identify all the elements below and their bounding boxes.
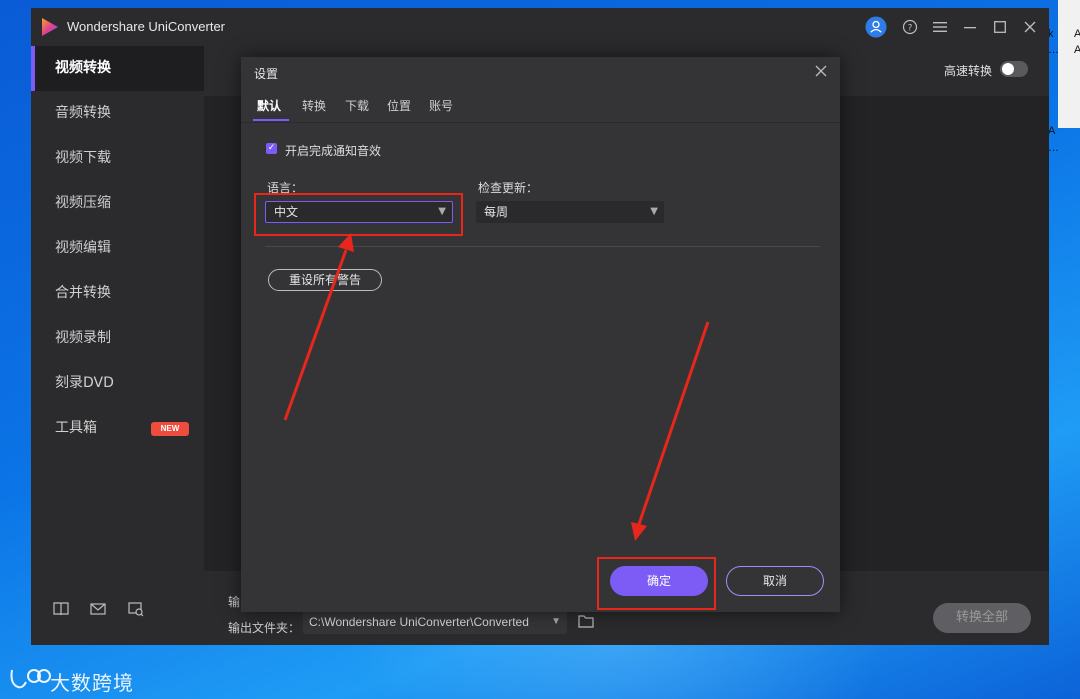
desktop-text: A (1074, 28, 1080, 40)
convert-all-button[interactable]: 转换全部 (933, 603, 1031, 633)
dialog-title: 设置 (254, 67, 279, 81)
sidebar-item-screen-record[interactable]: 视频录制 (31, 316, 204, 361)
minimize-icon[interactable] (959, 16, 981, 38)
title-bar: Wondershare UniConverter ? (31, 8, 1049, 46)
sidebar-item-video-convert[interactable]: 视频转换 (31, 46, 204, 91)
sidebar-item-video-edit[interactable]: 视频编辑 (31, 226, 204, 271)
sidebar-item-burn-dvd[interactable]: 刻录DVD (31, 361, 204, 406)
desktop-text: A (1048, 125, 1056, 137)
new-badge: NEW (151, 422, 189, 436)
turbo-convert-toggle[interactable] (1000, 61, 1028, 77)
update-check-value: 每周 (484, 205, 509, 219)
tab-account[interactable]: 账号 (429, 97, 453, 114)
sidebar-item-video-download[interactable]: 视频下载 (31, 136, 204, 181)
feedback-icon[interactable] (127, 601, 145, 617)
uniconverter-logo-icon (42, 18, 58, 36)
close-icon[interactable] (1019, 16, 1041, 38)
app-title: Wondershare UniConverter (67, 19, 225, 34)
output-format-label-partial: 输 (228, 595, 241, 609)
folder-icon[interactable] (578, 614, 594, 628)
sidebar-item-label: 工具箱 (55, 420, 97, 436)
book-icon[interactable] (52, 601, 70, 617)
tab-convert[interactable]: 转换 (302, 97, 326, 114)
output-folder-path: C:\Wondershare UniConverter\Converted (309, 615, 529, 629)
svg-text:?: ? (908, 24, 913, 34)
settings-dialog: 设置 默认 转换 下载 位置 账号 ✓ 开启完成通知音效 语言： 检查更新： 中… (241, 57, 840, 612)
chevron-down-icon: ▼ (650, 206, 658, 217)
ok-highlight-box (597, 557, 716, 610)
tab-divider (241, 122, 840, 123)
language-highlight-box (254, 193, 463, 236)
desktop-text: … (1048, 44, 1059, 56)
sidebar-item-merge[interactable]: 合并转换 (31, 271, 204, 316)
desktop-window-edge (1058, 0, 1080, 128)
tab-download[interactable]: 下载 (345, 97, 369, 114)
reset-warnings-button[interactable]: 重设所有警告 (268, 269, 382, 291)
user-icon[interactable] (865, 16, 887, 38)
section-divider (265, 246, 820, 247)
desktop-text: … (1048, 142, 1059, 154)
menu-icon[interactable] (929, 16, 951, 38)
sidebar-item-toolbox[interactable]: 工具箱 NEW (31, 406, 204, 451)
notify-sound-checkbox[interactable]: ✓ (266, 143, 277, 154)
help-icon[interactable]: ? (899, 16, 921, 38)
output-folder-select[interactable]: C:\Wondershare UniConverter\Converted ▼ (303, 610, 567, 634)
active-tab-indicator (253, 119, 289, 121)
output-folder-label: 输出文件夹： (228, 621, 301, 635)
mail-icon[interactable] (89, 601, 107, 617)
maximize-icon[interactable] (989, 16, 1011, 38)
chevron-down-icon: ▼ (551, 616, 561, 627)
tab-location[interactable]: 位置 (387, 97, 411, 114)
sidebar-item-video-compress[interactable]: 视频压缩 (31, 181, 204, 226)
notify-sound-label: 开启完成通知音效 (285, 144, 382, 158)
turbo-convert-label: 高速转换 (944, 64, 993, 78)
cancel-button[interactable]: 取消 (726, 566, 824, 596)
update-check-label: 检查更新： (478, 181, 539, 195)
update-check-select[interactable]: 每周 ▼ (476, 201, 664, 223)
sidebar: 视频转换 音频转换 视频下载 视频压缩 视频编辑 合并转换 视频录制 刻录DVD… (31, 46, 204, 645)
sidebar-item-audio-convert[interactable]: 音频转换 (31, 91, 204, 136)
close-icon[interactable] (813, 63, 829, 79)
watermark-text: 大数跨境 (50, 671, 134, 695)
desktop-text: A (1074, 44, 1080, 56)
tab-default[interactable]: 默认 (257, 97, 281, 114)
